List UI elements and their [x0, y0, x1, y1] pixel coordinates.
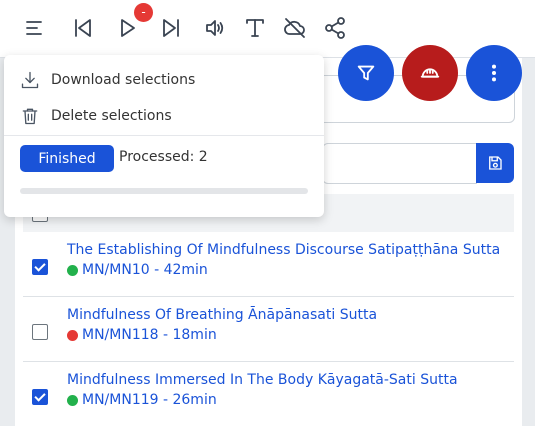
- row-title-link[interactable]: The Establishing Of Mindfulness Discours…: [67, 242, 500, 258]
- filter-button[interactable]: [338, 45, 394, 101]
- row-checkbox[interactable]: [32, 389, 48, 405]
- skip-forward-icon[interactable]: [156, 13, 186, 43]
- cloud-off-icon[interactable]: [280, 13, 310, 43]
- row-title-link[interactable]: Mindfulness Of Breathing Ānāpānasati Sut…: [67, 307, 377, 323]
- row-checkbox[interactable]: [32, 259, 48, 275]
- row-meta-text: MN/MN119 - 26min: [82, 392, 217, 408]
- status-dot-green-icon: [67, 394, 78, 406]
- name-input[interactable]: [322, 143, 477, 184]
- download-selections-item[interactable]: Download selections: [20, 66, 310, 94]
- table-row: The Establishing Of Mindfulness Discours…: [23, 232, 514, 297]
- trash-icon: [22, 108, 38, 125]
- status-dot-green-icon: [67, 264, 78, 276]
- share-icon[interactable]: [320, 13, 350, 43]
- status-dot-red-icon: [67, 329, 78, 341]
- filter-icon: [357, 65, 375, 81]
- progress-bar: [20, 188, 308, 194]
- toolbar: -: [0, 0, 535, 58]
- row-meta-text: MN/MN10 - 42min: [82, 262, 208, 278]
- menu-divider: [4, 135, 324, 136]
- row-checkbox[interactable]: [32, 324, 48, 340]
- row-meta: MN/MN10 - 42min: [67, 262, 208, 278]
- table-row: Mindfulness Immersed In The Body Kāyagat…: [23, 362, 514, 426]
- delete-selections-label: Delete selections: [51, 108, 172, 124]
- status-badge: Finished: [20, 145, 114, 172]
- save-icon: [489, 156, 502, 170]
- row-title-link[interactable]: Mindfulness Immersed In The Body Kāyagat…: [67, 372, 458, 388]
- more-options-button[interactable]: [466, 45, 522, 101]
- table-row: Mindfulness Of Breathing Ānāpānasati Sut…: [23, 297, 514, 362]
- row-meta-text: MN/MN118 - 18min: [82, 327, 217, 343]
- selection-menu: Download selections Delete selections Fi…: [4, 55, 324, 217]
- text-icon[interactable]: [240, 13, 270, 43]
- audio-icon[interactable]: [200, 13, 230, 43]
- helmet-button[interactable]: [402, 45, 458, 101]
- helmet-icon: [420, 68, 440, 78]
- skip-back-icon[interactable]: [68, 13, 98, 43]
- row-meta: MN/MN119 - 26min: [67, 392, 217, 408]
- download-icon: [21, 71, 39, 89]
- processed-count: Processed: 2: [119, 149, 208, 165]
- queue-badge: -: [134, 3, 153, 22]
- row-meta: MN/MN118 - 18min: [67, 327, 217, 343]
- download-selections-label: Download selections: [51, 72, 196, 88]
- menu-icon[interactable]: [20, 13, 50, 43]
- save-button[interactable]: [476, 143, 514, 183]
- more-vertical-icon: [491, 64, 497, 82]
- delete-selections-item[interactable]: Delete selections: [20, 102, 310, 130]
